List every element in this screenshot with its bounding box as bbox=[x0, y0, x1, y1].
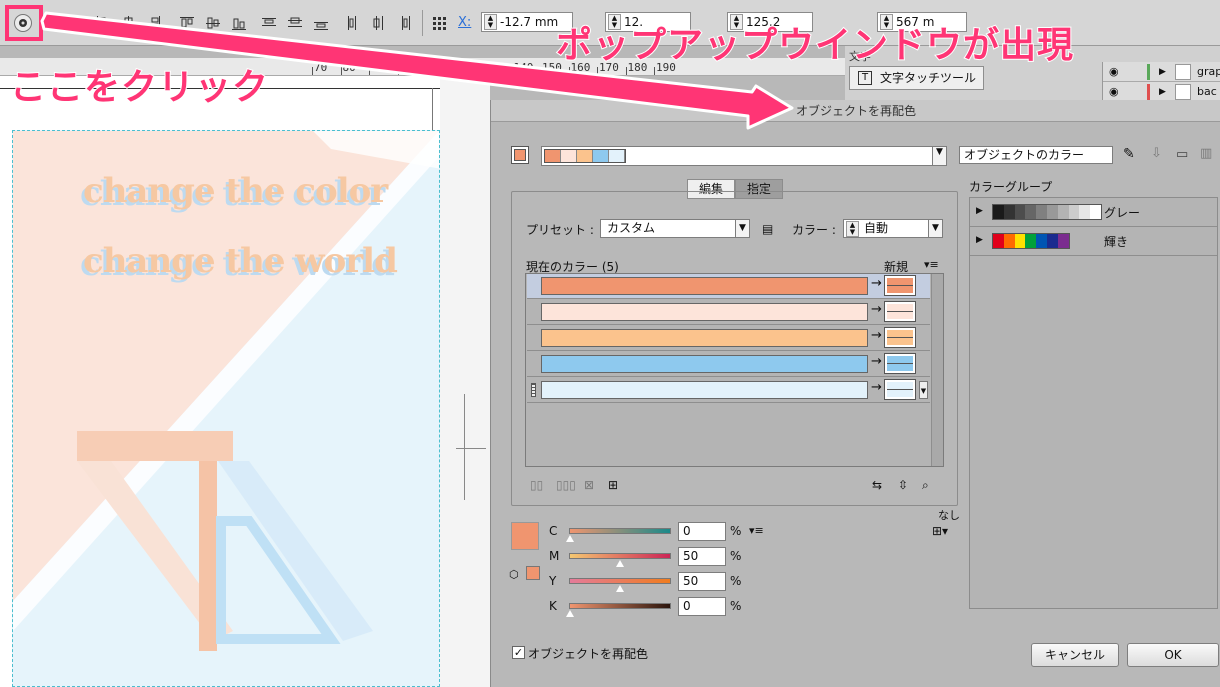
annotation-click-text: ここをクリック bbox=[9, 66, 270, 109]
annotation-popup-text: ポップアップウインドウが出現 bbox=[555, 24, 1075, 67]
